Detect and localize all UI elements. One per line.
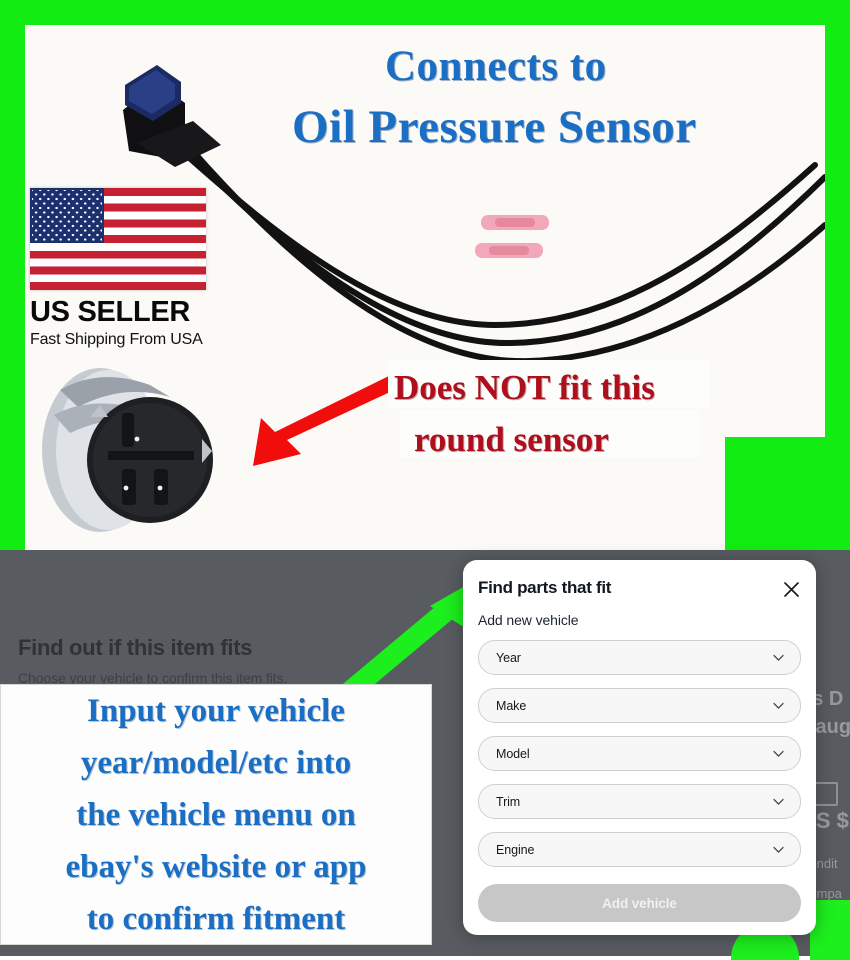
find-parts-that-fit-dialog: Find parts that fit Add new vehicle Year… (463, 560, 816, 935)
close-icon[interactable] (778, 576, 804, 602)
us-seller-badge: US SELLER Fast Shipping From USA (30, 188, 215, 349)
butt-connectors (475, 215, 549, 258)
us-seller-subtitle: Fast Shipping From USA (30, 331, 203, 348)
add-vehicle-button[interactable]: Add vehicle (478, 884, 801, 922)
instruction-callout-box: Input your vehicle year/model/etc into t… (0, 684, 432, 945)
model-select[interactable]: Model (478, 736, 801, 771)
connector-body (123, 65, 221, 167)
us-seller-title: US SELLER (30, 296, 191, 328)
product-image-panel: Connects to Oil Pressure Sensor Does NOT… (0, 0, 850, 550)
green-border-left (0, 0, 25, 550)
vehicle-select-list: Year Make Model Trim Engine (478, 640, 801, 880)
green-border-top (0, 0, 850, 25)
instruction-line-5: to confirm fitment (86, 900, 346, 937)
red-arrow-icon (253, 372, 403, 466)
model-select-label: Model (496, 746, 530, 761)
chevron-down-icon (773, 750, 784, 757)
warning-line-2: round sensor (414, 420, 609, 459)
round-sensor-photo (42, 368, 213, 532)
dialog-title: Find parts that fit (478, 578, 612, 597)
trim-select-label: Trim (496, 794, 521, 809)
green-border-right (825, 0, 850, 550)
chevron-down-icon (773, 798, 784, 805)
instruction-line-4: ebay's website or app (65, 848, 367, 885)
chevron-down-icon (773, 654, 784, 661)
make-select-label: Make (496, 698, 527, 713)
warning-line-1: Does NOT fit this (394, 368, 655, 407)
instruction-line-1: Input your vehicle (87, 692, 345, 729)
chevron-down-icon (773, 702, 784, 709)
trim-select[interactable]: Trim (478, 784, 801, 819)
instruction-line-2: year/model/etc into (80, 744, 352, 781)
engine-select[interactable]: Engine (478, 832, 801, 867)
chevron-down-icon (773, 846, 784, 853)
engine-select-label: Engine (496, 842, 535, 857)
us-flag-icon (30, 188, 206, 290)
headline-oil-pressure-sensor: Oil Pressure Sensor (292, 101, 697, 153)
year-select[interactable]: Year (478, 640, 801, 675)
find-out-if-fits-heading: Find out if this item fits (18, 635, 253, 660)
headline-connects-to: Connects to (385, 43, 607, 90)
add-new-vehicle-label: Add new vehicle (478, 612, 579, 628)
make-select[interactable]: Make (478, 688, 801, 723)
instruction-line-3: the vehicle menu on (76, 796, 356, 833)
year-select-label: Year (496, 650, 521, 665)
